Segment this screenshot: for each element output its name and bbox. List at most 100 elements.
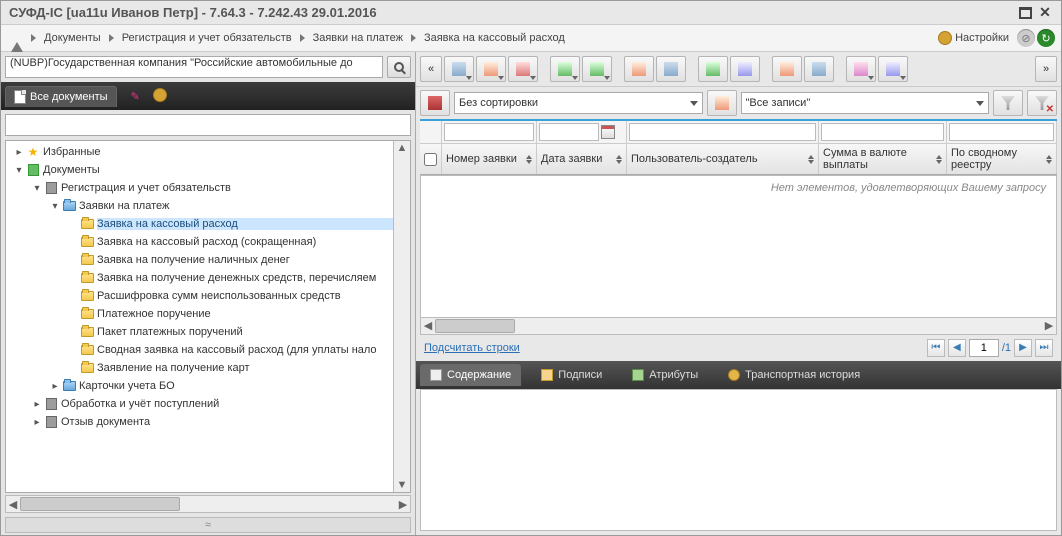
filter-sum-input[interactable] xyxy=(821,123,944,141)
prohibit-icon[interactable]: ⊘ xyxy=(1017,29,1035,47)
expand-icon[interactable]: ▸ xyxy=(14,147,24,158)
collapse-handle[interactable]: ≈ xyxy=(5,517,411,533)
tree-item[interactable]: Пакет платежных поручений xyxy=(97,326,408,338)
pager-total: /1 xyxy=(1002,342,1011,354)
scroll-right-button[interactable]: » xyxy=(1035,56,1057,82)
tree-processing[interactable]: Обработка и учёт поступлений xyxy=(61,398,408,410)
crumb-sep-icon[interactable] xyxy=(31,34,36,42)
tab-all-documents[interactable]: Все документы xyxy=(5,86,117,107)
clear-filter-button[interactable]: ✕ xyxy=(1027,90,1057,116)
data-grid[interactable]: Нет элементов, удовлетворяющих Вашему за… xyxy=(420,175,1057,318)
tree-item[interactable]: Расшифровка сумм неиспользованных средст… xyxy=(97,290,408,302)
col-number[interactable]: Номер заявки xyxy=(442,144,537,174)
tree-registration[interactable]: Регистрация и учет обязательств xyxy=(61,182,408,194)
pager-last[interactable]: ⏭ xyxy=(1035,339,1053,357)
home-icon[interactable] xyxy=(7,28,27,44)
settings-link[interactable]: Настройки xyxy=(955,32,1009,44)
filter-registry-input[interactable] xyxy=(949,123,1054,141)
toolbar-button[interactable] xyxy=(508,56,538,82)
toolbar-button[interactable] xyxy=(624,56,654,82)
tree-vscroll[interactable]: ▲▼ xyxy=(393,141,410,492)
pager-prev[interactable]: ◀ xyxy=(948,339,966,357)
crumb-documents[interactable]: Документы xyxy=(40,30,105,46)
crumb-registration[interactable]: Регистрация и учет обязательств xyxy=(118,30,296,46)
filter-dropdown[interactable]: "Все записи" xyxy=(741,92,990,114)
calendar-icon[interactable] xyxy=(601,125,615,139)
tab-attributes[interactable]: Атрибуты xyxy=(622,364,708,386)
refresh-icon[interactable]: ↻ xyxy=(1037,29,1055,47)
tree-item[interactable]: Заявка на кассовый расход (сокращенная) xyxy=(97,236,408,248)
collapse-icon[interactable]: ▾ xyxy=(32,183,42,194)
tree-documents[interactable]: Документы xyxy=(43,164,408,176)
close-button[interactable]: ✕ xyxy=(1037,6,1053,20)
toolbar-button[interactable] xyxy=(656,56,686,82)
toolbar-button[interactable] xyxy=(804,56,834,82)
col-registry[interactable]: По сводному реестру xyxy=(947,144,1057,174)
toolbar-button[interactable] xyxy=(730,56,760,82)
import-button[interactable] xyxy=(550,56,580,82)
tree-item[interactable]: Заявка на получение наличных денег xyxy=(97,254,408,266)
org-lookup-button[interactable] xyxy=(387,56,411,78)
toolbar-button[interactable] xyxy=(772,56,802,82)
tree-payment-requests[interactable]: Заявки на платеж xyxy=(79,200,408,212)
tree-hscroll[interactable]: ◀▶ xyxy=(5,495,411,513)
folder-icon xyxy=(80,271,94,285)
col-user[interactable]: Пользователь-создатель xyxy=(627,144,819,174)
col-sum[interactable]: Сумма в валюте выплаты xyxy=(819,144,947,174)
tree-search-input[interactable] xyxy=(5,114,411,136)
pager-page-input[interactable] xyxy=(969,339,999,357)
toolbar-button[interactable] xyxy=(878,56,908,82)
toolbar-button[interactable] xyxy=(698,56,728,82)
filter-user-input[interactable] xyxy=(629,123,816,141)
tree-item[interactable]: Платежное поручение xyxy=(97,308,408,320)
scroll-left-button[interactable]: « xyxy=(420,56,442,82)
toolbar-button[interactable] xyxy=(476,56,506,82)
gear-icon[interactable] xyxy=(154,89,166,104)
expand-icon[interactable]: ▸ xyxy=(32,417,42,428)
col-date[interactable]: Дата заявки xyxy=(537,144,627,174)
filter-date-input[interactable] xyxy=(539,123,599,141)
tree-recall[interactable]: Отзыв документа xyxy=(61,416,408,428)
tree-item[interactable]: Заявление на получение карт xyxy=(97,362,408,374)
tab-signatures[interactable]: Подписи xyxy=(531,364,612,386)
archive-icon[interactable] xyxy=(420,90,450,116)
toolbar-button[interactable] xyxy=(444,56,474,82)
sort-dropdown[interactable]: Без сортировки xyxy=(454,92,703,114)
crumb-sep-icon[interactable] xyxy=(411,34,416,42)
navigation-tree[interactable]: ▸★Избранные ▾Документы ▾Регистрация и уч… xyxy=(5,140,411,493)
collapse-icon[interactable]: ▾ xyxy=(14,165,24,176)
gear-icon xyxy=(939,32,951,44)
crumb-payment-requests[interactable]: Заявки на платеж xyxy=(309,30,407,46)
grid-hscroll[interactable]: ◀▶ xyxy=(420,318,1057,335)
tree-item[interactable]: Сводная заявка на кассовый расход (для у… xyxy=(97,344,408,356)
tree-favorites[interactable]: Избранные xyxy=(43,146,408,158)
export-button[interactable] xyxy=(582,56,612,82)
pager-next[interactable]: ▶ xyxy=(1014,339,1032,357)
crumb-sep-icon[interactable] xyxy=(300,34,305,42)
box-icon xyxy=(44,415,58,429)
filter-button[interactable] xyxy=(993,90,1023,116)
collapse-icon[interactable]: ▾ xyxy=(50,201,60,212)
select-all-checkbox[interactable] xyxy=(420,144,442,174)
filter-number-input[interactable] xyxy=(444,123,534,141)
toolbar-button[interactable] xyxy=(846,56,876,82)
crumb-sep-icon[interactable] xyxy=(109,34,114,42)
expand-icon[interactable]: ▸ xyxy=(50,381,60,392)
tree-item[interactable]: Заявка на получение денежных средств, пе… xyxy=(97,272,408,284)
maximize-button[interactable] xyxy=(1017,6,1033,20)
tab-content[interactable]: Содержание xyxy=(420,364,521,386)
tree-cash-expense[interactable]: Заявка на кассовый расход xyxy=(97,218,408,230)
tree-kbo[interactable]: Карточки учета БО xyxy=(79,380,408,392)
home-icon[interactable] xyxy=(707,90,737,116)
tab-transport[interactable]: Транспортная история xyxy=(718,364,870,386)
crumb-cash-expense[interactable]: Заявка на кассовый расход xyxy=(420,30,569,46)
edit-icon[interactable]: ✎ xyxy=(131,90,140,103)
folder-icon xyxy=(62,379,76,393)
folder-icon xyxy=(80,253,94,267)
count-rows-link[interactable]: Подсчитать строки xyxy=(424,342,520,354)
folder-icon xyxy=(80,235,94,249)
expand-icon[interactable]: ▸ xyxy=(32,399,42,410)
organization-field[interactable]: (NUBP)Государственная компания "Российск… xyxy=(5,56,383,78)
pager-first[interactable]: ⏮ xyxy=(927,339,945,357)
box-icon xyxy=(44,181,58,195)
